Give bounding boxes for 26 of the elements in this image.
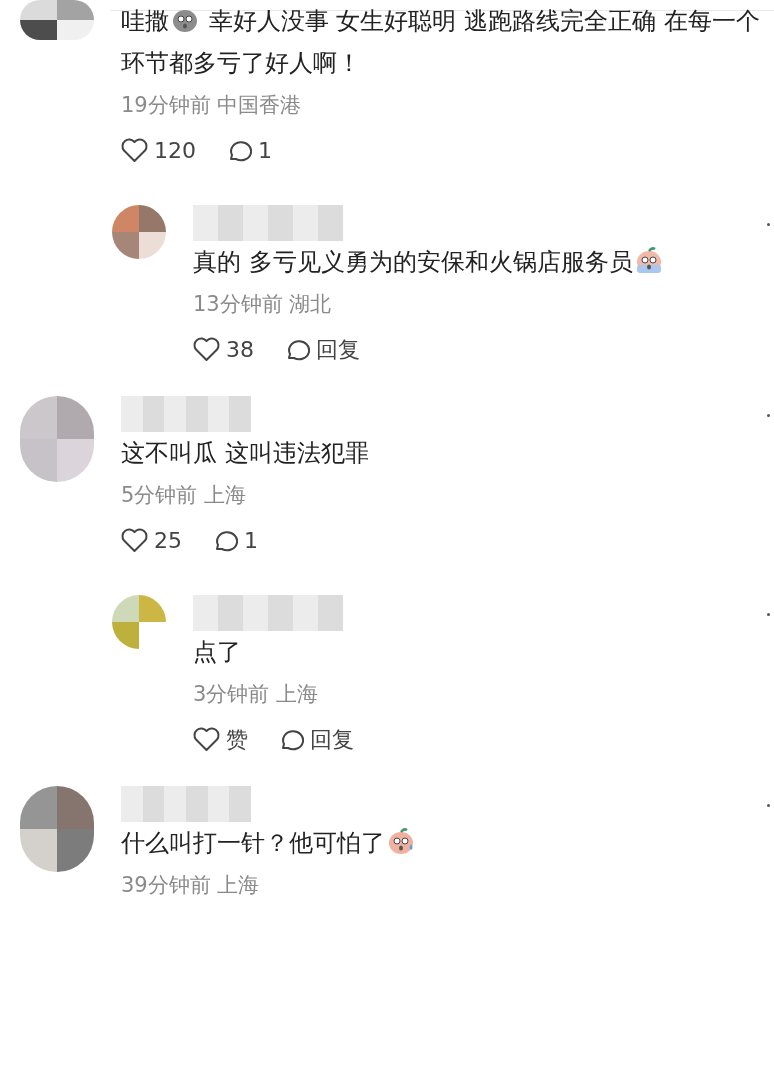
reply-button[interactable]: 1 — [226, 134, 272, 167]
comment-meta: 3分钟前 上海 — [193, 681, 320, 708]
blurred-avatar[interactable] — [20, 0, 94, 40]
comment-meta: 5分钟前 上海 — [121, 482, 248, 509]
comment-text: 这不叫瓜 这叫违法犯罪 — [121, 438, 370, 469]
sweating-emoji-icon — [386, 826, 416, 856]
blurred-avatar[interactable] — [112, 205, 166, 259]
heart-icon — [121, 528, 148, 553]
comment-meta: 39分钟前 上海 — [121, 872, 261, 899]
like-button[interactable]: 赞 — [193, 723, 248, 756]
heart-icon — [193, 337, 220, 362]
heart-icon — [193, 727, 220, 752]
comment-text: 点了 — [193, 637, 242, 668]
like-button[interactable]: 38 — [193, 333, 254, 366]
comment-meta: 13分钟前 湖北 — [193, 291, 333, 318]
comment-meta: 19分钟前 中国香港 — [121, 92, 303, 119]
reply-button[interactable]: 回复 — [284, 333, 360, 366]
comment-text: 哇撒 幸好人没事 女生好聪明 逃跑路线完全正确 在每一个环节都多亏了好人啊！ — [121, 0, 774, 84]
comment-text: 什么叫打一针？他可怕了 — [121, 822, 767, 864]
reply-button[interactable]: 1 — [212, 524, 258, 557]
like-button[interactable]: 25 — [121, 524, 182, 557]
like-button[interactable]: 120 — [121, 134, 196, 167]
heart-icon — [121, 138, 148, 163]
comment-text: 真的 多亏见义勇为的安保和火锅店服务员 — [193, 241, 767, 283]
reply-button[interactable]: 回复 — [278, 723, 354, 756]
blurred-avatar[interactable] — [20, 786, 94, 872]
